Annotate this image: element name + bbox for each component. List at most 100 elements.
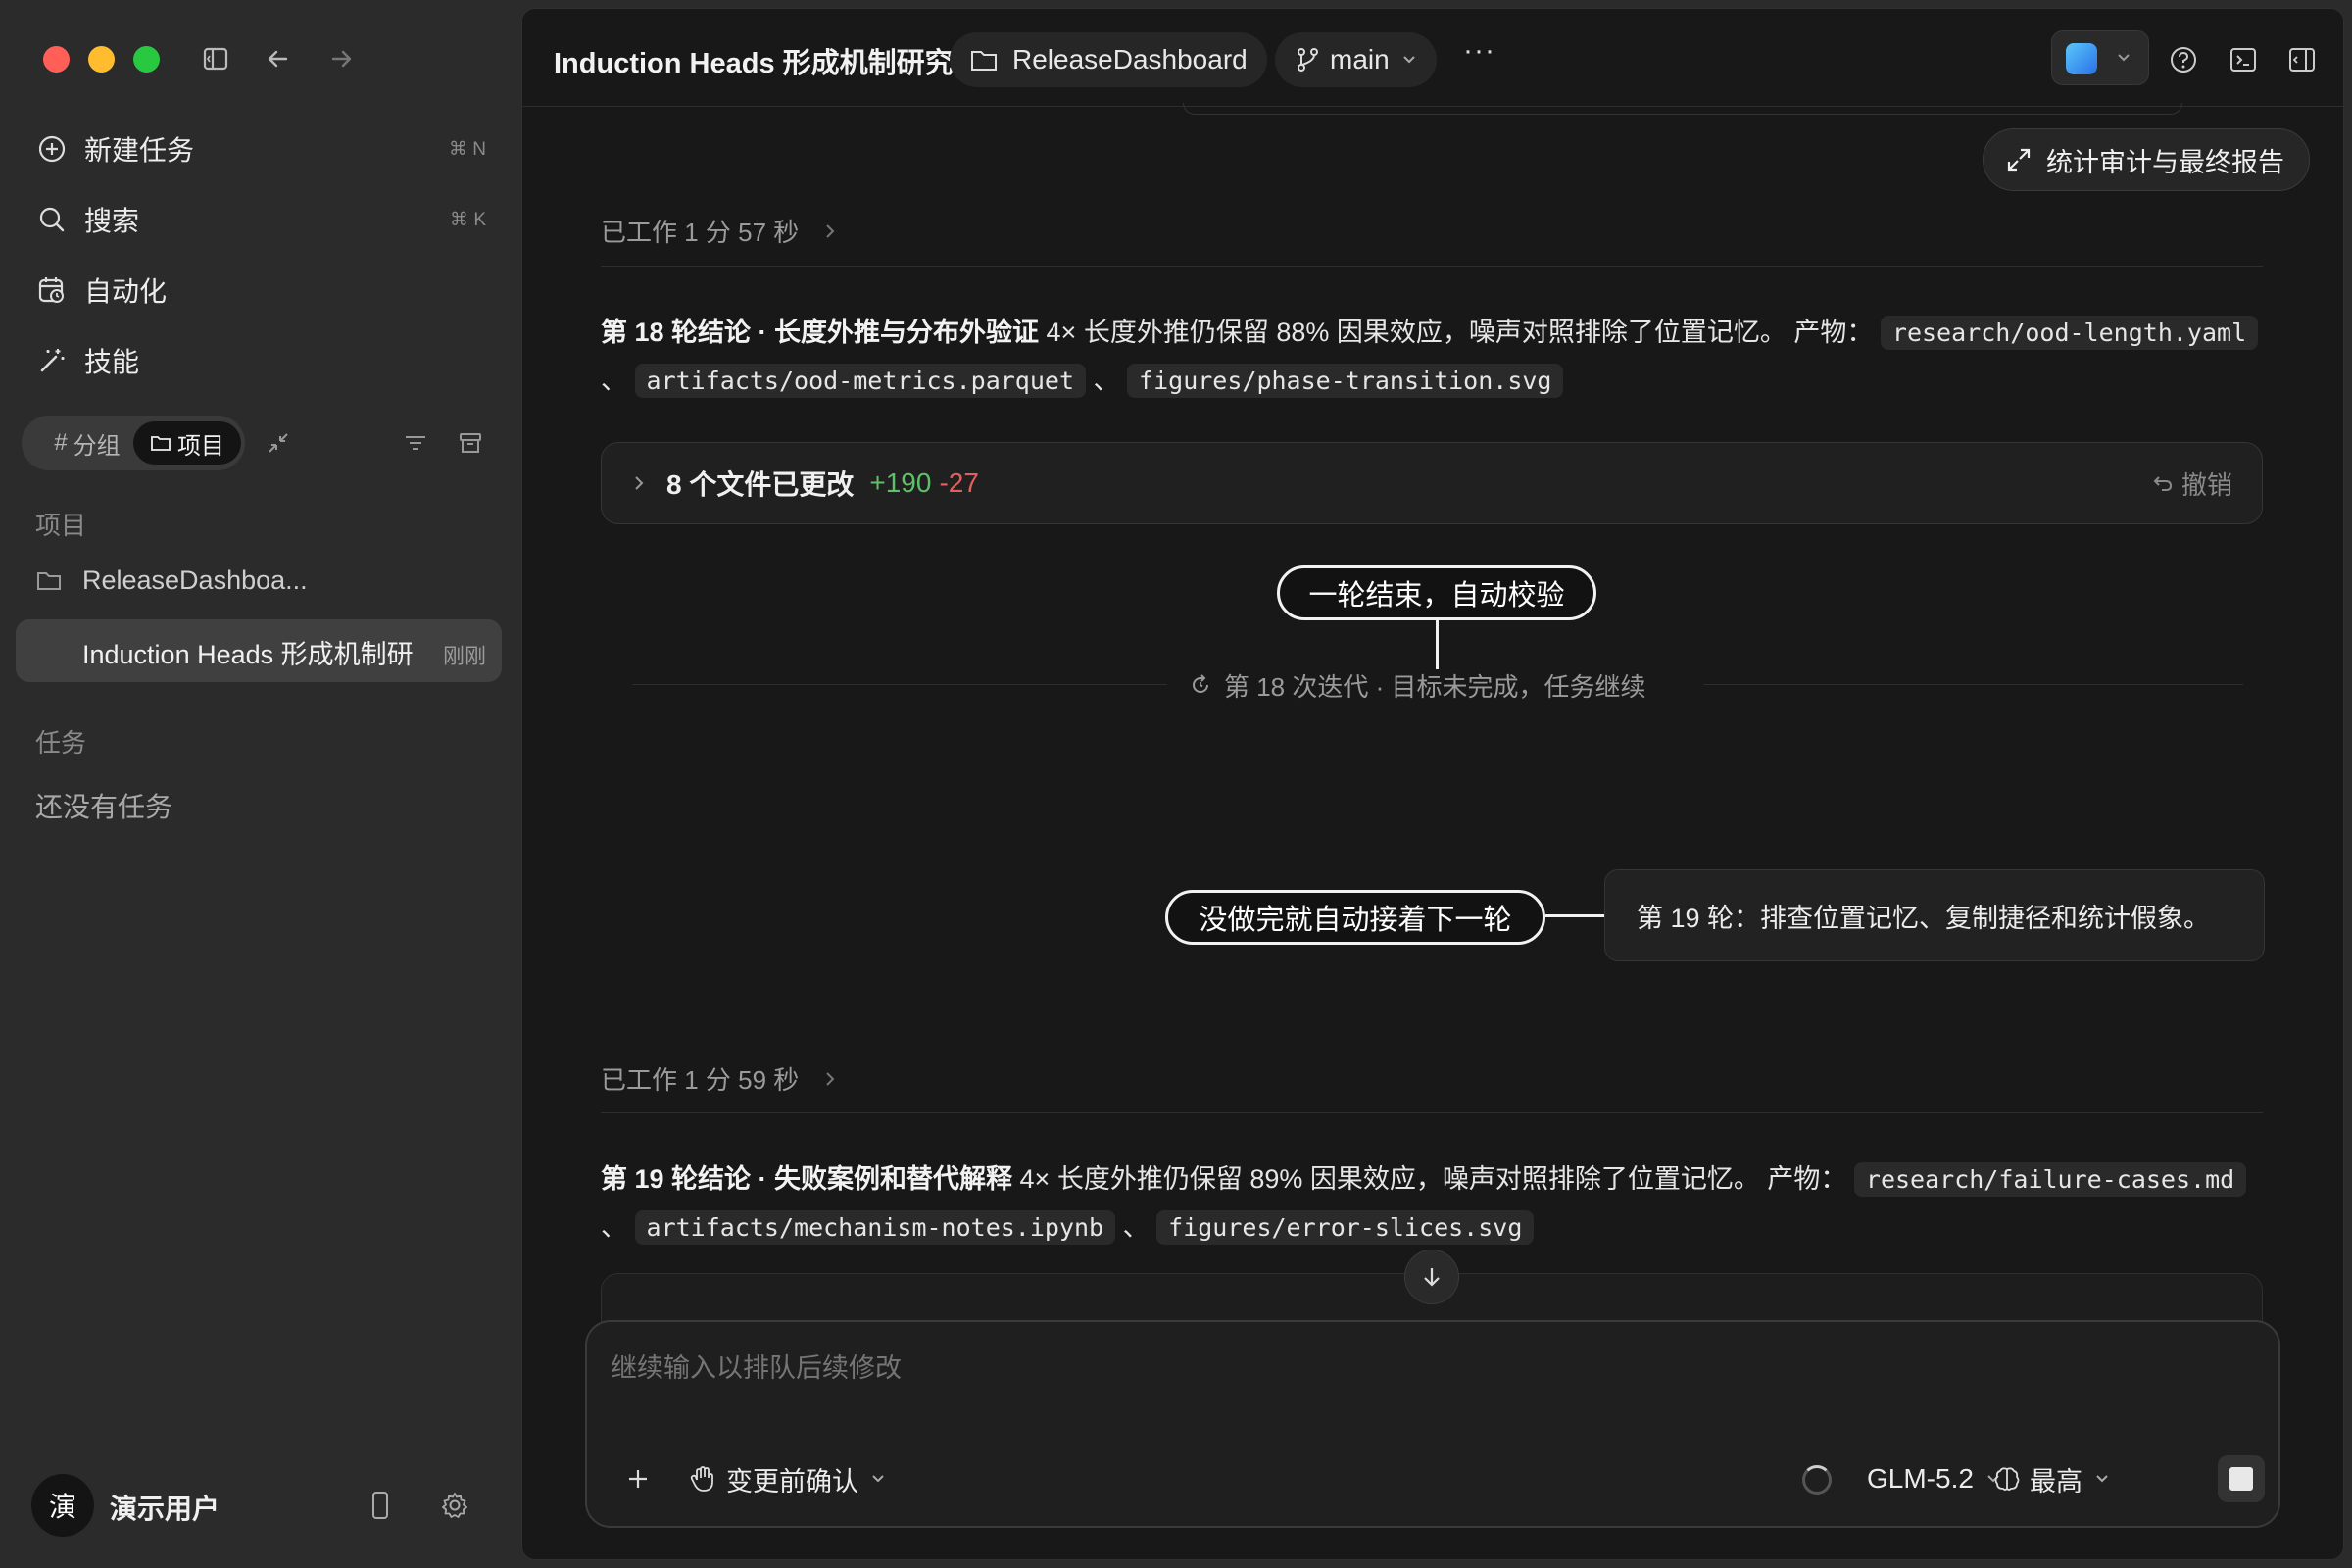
project-timestamp: 刚刚 <box>442 644 486 668</box>
shortcut-hint: ⌘ K <box>450 209 486 230</box>
calendar-clock-icon <box>35 273 69 307</box>
callout-connector <box>1545 914 1604 917</box>
back-arrow-icon[interactable] <box>259 39 298 78</box>
branch-chip[interactable]: main <box>1275 32 1437 87</box>
sidebar: 新建任务 ⌘ N 搜索 ⌘ K 自动化 技能 # 分组 项目 项目 Releas… <box>0 0 519 1568</box>
turn-heading: 第 19 轮结论 · 失败案例和替代解释 <box>601 1164 1013 1194</box>
scroll-to-bottom-button[interactable] <box>1404 1250 1459 1304</box>
help-icon[interactable] <box>2164 40 2203 79</box>
segment-group[interactable]: # 分组 <box>29 421 145 465</box>
approval-mode-dropdown[interactable]: 变更前确认 <box>689 1457 886 1500</box>
plus-icon <box>625 1466 651 1492</box>
collapse-icon[interactable] <box>259 423 298 463</box>
minimize-window-button[interactable] <box>88 46 115 73</box>
app-switcher-button[interactable] <box>2051 30 2149 85</box>
gear-icon[interactable] <box>435 1486 474 1525</box>
folder-icon <box>35 566 63 594</box>
worked-duration-toggle[interactable]: 已工作 1 分 59 秒 <box>601 1060 838 1097</box>
undo-icon <box>2152 472 2174 494</box>
final-report-button[interactable]: 统计审计与最终报告 <box>1983 128 2310 191</box>
sidebar-toggle-icon[interactable] <box>196 39 235 78</box>
worked-duration-toggle[interactable]: 已工作 1 分 57 秒 <box>601 213 838 249</box>
hash-icon: # <box>54 429 68 456</box>
avatar[interactable]: 演 <box>31 1474 94 1537</box>
chevron-right-icon <box>822 222 838 240</box>
project-item-releasedashboard[interactable]: ReleaseDashboa... <box>35 553 496 608</box>
file-chip[interactable]: research/ood-length.yaml <box>1880 316 2259 350</box>
plus-circle-icon <box>35 132 69 166</box>
user-message-bubble: 第 19 轮：排查位置记忆、复制捷径和统计假象。 <box>1604 869 2265 961</box>
lines-added: +190 <box>869 467 932 498</box>
undo-button[interactable]: 撤销 <box>2152 466 2232 502</box>
git-branch-icon <box>1295 46 1320 74</box>
project-name: Induction Heads 形成机制研 <box>82 640 414 669</box>
project-chip[interactable]: ReleaseDashboard <box>950 32 1267 87</box>
top-bar: Induction Heads 形成机制研究 ReleaseDashboard … <box>522 9 2343 107</box>
forward-arrow-icon[interactable] <box>321 39 361 78</box>
search-button[interactable]: 搜索 ⌘ K <box>35 192 486 247</box>
model-selector[interactable]: GLM-5.2 <box>1867 1457 2001 1500</box>
filter-icon[interactable] <box>396 423 435 463</box>
message-input[interactable] <box>611 1344 2257 1393</box>
finder-app-icon <box>2066 43 2097 74</box>
round-end-callout: 一轮结束，自动校验 <box>1277 565 1596 620</box>
zoom-window-button[interactable] <box>133 46 160 73</box>
archive-icon[interactable] <box>451 423 490 463</box>
callout-connector <box>1436 620 1439 669</box>
tasks-section-label: 任务 <box>35 728 87 758</box>
nav-label: 搜索 <box>84 206 140 236</box>
segment-project[interactable]: 项目 <box>133 421 241 465</box>
search-icon <box>35 203 69 236</box>
magic-wand-icon <box>35 344 69 377</box>
right-panel-toggle-icon[interactable] <box>2282 40 2322 79</box>
refresh-icon <box>1189 673 1212 697</box>
project-item-induction-heads[interactable]: Induction Heads 形成机制研 刚刚 <box>16 619 502 682</box>
chevron-down-icon <box>2115 49 2132 67</box>
folder-icon <box>150 432 172 454</box>
previous-card-edge <box>1183 103 2182 115</box>
nav-label: 自动化 <box>84 276 168 307</box>
iteration-status: 第 18 次迭代 · 目标未完成，任务继续 <box>1189 665 1645 705</box>
shortcut-hint: ⌘ N <box>449 138 486 160</box>
turn-heading: 第 18 轮结论 · 长度外推与分布外验证 <box>601 318 1040 347</box>
turn-body: 4× 长度外推仍保留 89% 因果效应，噪声对照排除了位置记忆。 产物： <box>1012 1164 1847 1194</box>
divider <box>601 1112 2263 1113</box>
hand-icon <box>689 1464 716 1494</box>
changed-files-panel[interactable]: 8 个文件已更改 +190 -27 撤销 <box>601 442 2263 524</box>
composer: 变更前确认 GLM-5.2 最高 <box>585 1320 2280 1528</box>
file-chip[interactable]: artifacts/mechanism-notes.ipynb <box>634 1210 1116 1245</box>
loading-spinner-icon <box>1802 1465 1832 1494</box>
folder-icon <box>969 46 999 74</box>
chevron-down-icon <box>1401 52 1417 68</box>
more-options-button[interactable]: ··· <box>1463 34 1495 68</box>
file-chip[interactable]: figures/phase-transition.svg <box>1127 364 1564 398</box>
reasoning-effort-selector[interactable]: 最高 <box>1992 1457 2110 1500</box>
auto-next-callout: 没做完就自动接着下一轮 <box>1165 890 1545 945</box>
user-name[interactable]: 演示用户 <box>110 1488 220 1527</box>
terminal-icon[interactable] <box>2224 40 2263 79</box>
automation-button[interactable]: 自动化 <box>35 263 486 318</box>
chevron-right-icon <box>822 1070 838 1088</box>
changed-files-label: 8 个文件已更改 <box>666 469 855 500</box>
nav-label: 新建任务 <box>84 135 195 166</box>
add-attachment-button[interactable] <box>616 1457 660 1500</box>
stop-button[interactable] <box>2218 1455 2265 1502</box>
file-chip[interactable]: artifacts/ood-metrics.parquet <box>634 364 1087 398</box>
brain-icon <box>1992 1464 2022 1494</box>
chevron-right-icon <box>631 474 647 492</box>
new-task-button[interactable]: 新建任务 ⌘ N <box>35 122 486 176</box>
file-chip[interactable]: figures/error-slices.svg <box>1156 1210 1535 1245</box>
chevron-down-icon <box>2094 1471 2110 1487</box>
file-chip[interactable]: research/failure-cases.md <box>1853 1162 2247 1197</box>
projects-section-label: 项目 <box>35 511 87 540</box>
arrow-down-icon <box>1419 1264 1445 1290</box>
turn-summary: 第 18 轮结论 · 长度外推与分布外验证 4× 长度外推仍保留 88% 因果效… <box>601 309 2267 405</box>
close-window-button[interactable] <box>43 46 70 73</box>
chevron-down-icon <box>870 1471 886 1487</box>
skills-button[interactable]: 技能 <box>35 333 486 388</box>
main-panel: Induction Heads 形成机制研究 ReleaseDashboard … <box>521 8 2344 1560</box>
phone-icon[interactable] <box>361 1486 400 1525</box>
view-segmented-control: # 分组 项目 <box>22 416 245 470</box>
tasks-empty-text: 还没有任务 <box>35 792 173 822</box>
divider <box>632 684 1167 685</box>
